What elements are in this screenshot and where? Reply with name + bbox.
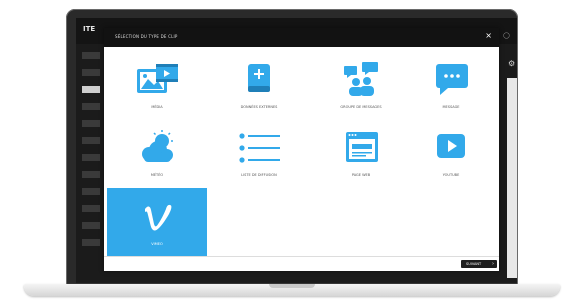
- media-icon: [137, 64, 178, 93]
- modal-footer-divider: [104, 256, 499, 257]
- next-button[interactable]: SUIVANT ›: [461, 260, 497, 268]
- tile-label: LISTE DE DIFFUSION: [241, 173, 277, 177]
- app-status-icon: ◯: [503, 32, 510, 39]
- sidebar-item[interactable]: [82, 120, 100, 127]
- external-data-icon: [248, 64, 270, 92]
- clip-type-modal: SÉLECTION DU TYPE DE CLIP × MÉDIA DONNÉE…: [104, 28, 499, 271]
- sidebar-item[interactable]: [82, 137, 100, 144]
- chevron-right-icon: ›: [492, 261, 494, 267]
- tile-label: GROUPE DE MESSAGES: [340, 105, 382, 109]
- tile-external-data[interactable]: DONNÉES EXTERNES: [209, 52, 309, 120]
- next-button-label: SUIVANT: [466, 262, 482, 266]
- sidebar: [82, 52, 100, 272]
- sidebar-item-active[interactable]: [82, 86, 100, 93]
- app-logo: ITE: [83, 25, 96, 33]
- playlist-icon: [239, 133, 280, 163]
- tile-weather[interactable]: MÉTÉO: [107, 120, 207, 188]
- web-page-icon: [346, 132, 378, 162]
- vimeo-icon: [145, 204, 172, 231]
- tile-label: YOUTUBE: [442, 173, 460, 177]
- sidebar-item[interactable]: [82, 239, 100, 246]
- tile-message-group[interactable]: GROUPE DE MESSAGES: [311, 52, 411, 120]
- right-panel: ⚙: [507, 59, 517, 278]
- laptop-notch: [269, 284, 315, 288]
- message-icon: [436, 64, 468, 95]
- modal-header: SÉLECTION DU TYPE DE CLIP ×: [104, 28, 499, 47]
- tile-label: MÉTÉO: [150, 173, 164, 177]
- tile-vimeo[interactable]: VIMEO: [107, 188, 207, 256]
- sidebar-item[interactable]: [82, 103, 100, 110]
- tile-media[interactable]: MÉDIA: [107, 52, 207, 120]
- sidebar-item[interactable]: [82, 171, 100, 178]
- tile-message[interactable]: MESSAGE: [401, 52, 501, 120]
- gear-icon[interactable]: ⚙: [508, 59, 515, 68]
- tile-label: MESSAGE: [442, 105, 460, 109]
- sidebar-item[interactable]: [82, 188, 100, 195]
- sidebar-item[interactable]: [82, 154, 100, 161]
- tile-playlist[interactable]: LISTE DE DIFFUSION: [209, 120, 309, 188]
- tile-web-page[interactable]: PAGE WEB: [311, 120, 411, 188]
- modal-title: SÉLECTION DU TYPE DE CLIP: [115, 34, 178, 39]
- weather-icon: [142, 130, 173, 162]
- tile-label: PAGE WEB: [351, 173, 371, 177]
- sidebar-item[interactable]: [82, 205, 100, 212]
- tile-label: MÉDIA: [151, 105, 163, 109]
- modal-close-button[interactable]: ×: [485, 31, 492, 41]
- sidebar-item[interactable]: [82, 52, 100, 59]
- tile-label: VIMEO: [151, 242, 163, 246]
- sidebar-item[interactable]: [82, 222, 100, 229]
- tile-youtube[interactable]: YOUTUBE: [401, 120, 501, 188]
- tile-label: DONNÉES EXTERNES: [240, 105, 278, 109]
- youtube-icon: [437, 134, 465, 158]
- laptop-base: [24, 284, 560, 296]
- message-group-icon: [344, 62, 378, 96]
- sidebar-item[interactable]: [82, 69, 100, 76]
